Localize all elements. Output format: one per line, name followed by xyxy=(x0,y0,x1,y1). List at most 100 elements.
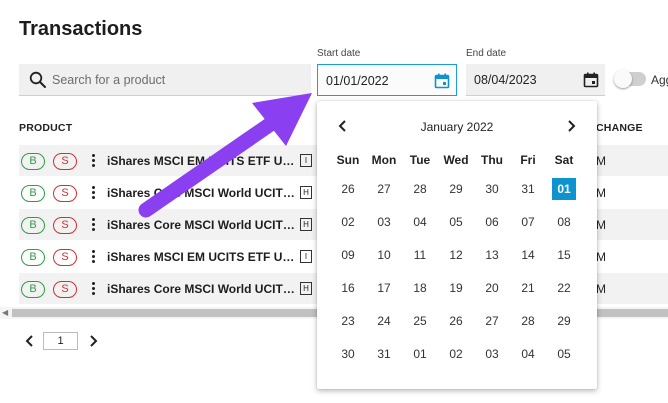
weekday-header: Sun xyxy=(336,153,360,167)
calendar-day[interactable]: 28 xyxy=(408,178,432,200)
more-options-icon[interactable] xyxy=(89,248,97,266)
calendar-day[interactable]: 30 xyxy=(480,178,504,200)
buy-button[interactable]: B xyxy=(21,249,45,266)
calendar-day[interactable]: 11 xyxy=(408,244,432,266)
calendar-day[interactable]: 09 xyxy=(336,244,360,266)
search-box[interactable] xyxy=(19,64,311,96)
product-type-badge: H xyxy=(300,282,312,295)
product-name[interactable]: iShares Core MSCI World UCITS ... xyxy=(107,282,297,296)
calendar-day[interactable]: 02 xyxy=(336,211,360,233)
calendar-day[interactable]: 31 xyxy=(372,343,396,365)
start-date-label: Start date xyxy=(317,48,361,59)
product-name[interactable]: iShares MSCI EM UCITS ETF USD... xyxy=(107,250,297,264)
start-date-field[interactable]: 01/01/2022 xyxy=(317,64,457,96)
calendar-day[interactable]: 07 xyxy=(516,211,540,233)
calendar-day[interactable]: 16 xyxy=(336,277,360,299)
buy-button[interactable]: B xyxy=(21,217,45,234)
calendar-day[interactable]: 24 xyxy=(372,310,396,332)
column-header-product[interactable]: PRODUCT xyxy=(19,122,72,134)
calendar-day[interactable]: 25 xyxy=(408,310,432,332)
weekday-header: Mon xyxy=(371,153,397,167)
aggregate-toggle-label: Agg xyxy=(651,73,668,87)
calendar-day[interactable]: 28 xyxy=(516,310,540,332)
more-options-icon[interactable] xyxy=(89,280,97,298)
calendar-day[interactable]: 22 xyxy=(552,277,576,299)
column-header-change[interactable]: CHANGE xyxy=(596,122,643,134)
search-input[interactable] xyxy=(52,64,302,95)
more-options-icon[interactable] xyxy=(89,152,97,170)
calendar-day[interactable]: 29 xyxy=(444,178,468,200)
calendar-day[interactable]: 01 xyxy=(408,343,432,365)
product-name[interactable]: iShares Core MSCI World UCITS ... xyxy=(107,186,297,200)
calendar-day[interactable]: 05 xyxy=(444,211,468,233)
calendar-day[interactable]: 29 xyxy=(552,310,576,332)
more-options-icon[interactable] xyxy=(89,216,97,234)
calendar-day[interactable]: 04 xyxy=(516,343,540,365)
calendar-day[interactable]: 08 xyxy=(552,211,576,233)
calendar-day[interactable]: 17 xyxy=(372,277,396,299)
calendar-day[interactable]: 23 xyxy=(336,310,360,332)
calendar-day[interactable]: 15 xyxy=(552,244,576,266)
sell-button[interactable]: S xyxy=(53,185,77,202)
calendar-day[interactable]: 30 xyxy=(336,343,360,365)
weekday-header: Tue xyxy=(409,153,431,167)
aggregate-toggle[interactable] xyxy=(614,70,646,88)
calendar-day[interactable]: 04 xyxy=(408,211,432,233)
buy-button[interactable]: B xyxy=(21,281,45,298)
end-date-field[interactable]: 08/04/2023 xyxy=(466,64,605,96)
calendar-day[interactable]: 26 xyxy=(336,178,360,200)
calendar-day[interactable]: 10 xyxy=(372,244,396,266)
weekday-header: Thu xyxy=(481,153,503,167)
calendar-month-title: January 2022 xyxy=(420,120,494,134)
calendar-day[interactable]: 31 xyxy=(516,178,540,200)
product-type-badge: H xyxy=(300,186,312,199)
next-month-icon[interactable] xyxy=(565,119,577,133)
end-date-label: End date xyxy=(466,48,507,59)
buy-button[interactable]: B xyxy=(21,153,45,170)
more-options-icon[interactable] xyxy=(89,184,97,202)
calendar-day[interactable]: 26 xyxy=(444,310,468,332)
calendar-day[interactable]: 03 xyxy=(480,343,504,365)
weekday-header: Sat xyxy=(554,153,574,167)
change-cell: M xyxy=(596,250,606,264)
calendar-day[interactable]: 19 xyxy=(444,277,468,299)
sell-button[interactable]: S xyxy=(53,281,77,298)
date-picker-popup: January 2022 Sun Mon Tue Wed Thu Fri Sat 26 27 28… xyxy=(317,101,597,389)
product-type-badge: I xyxy=(300,250,312,263)
calendar-day[interactable]: 12 xyxy=(444,244,468,266)
calendar-icon[interactable] xyxy=(434,73,450,89)
calendar-day[interactable]: 14 xyxy=(516,244,540,266)
product-name[interactable]: iShares MSCI EM UCITS ETF USD... xyxy=(107,154,297,168)
change-cell: M xyxy=(596,186,606,200)
calendar-day[interactable]: 20 xyxy=(480,277,504,299)
product-type-badge: H xyxy=(300,218,312,231)
calendar-day[interactable]: 06 xyxy=(480,211,504,233)
next-page-icon[interactable] xyxy=(86,333,100,349)
buy-button[interactable]: B xyxy=(21,185,45,202)
weekday-header: Wed xyxy=(443,153,469,167)
page-title: Transactions xyxy=(19,18,143,40)
product-name[interactable]: iShares Core MSCI World UCITS ... xyxy=(107,218,297,232)
calendar-day[interactable]: 18 xyxy=(408,277,432,299)
end-date-value: 08/04/2023 xyxy=(474,73,537,87)
page-number-input[interactable]: 1 xyxy=(43,332,78,350)
calendar-day[interactable]: 13 xyxy=(480,244,504,266)
weekday-header: Fri xyxy=(520,153,536,167)
previous-page-icon[interactable] xyxy=(23,333,37,349)
sell-button[interactable]: S xyxy=(53,249,77,266)
change-cell: M xyxy=(596,218,606,232)
calendar-day-selected[interactable]: 01 xyxy=(552,178,576,200)
product-type-badge: I xyxy=(300,154,312,167)
calendar-day[interactable]: 02 xyxy=(444,343,468,365)
start-date-value: 01/01/2022 xyxy=(326,74,389,88)
sell-button[interactable]: S xyxy=(53,217,77,234)
calendar-day[interactable]: 27 xyxy=(372,178,396,200)
calendar-icon[interactable] xyxy=(583,72,599,88)
calendar-day[interactable]: 27 xyxy=(480,310,504,332)
sell-button[interactable]: S xyxy=(53,153,77,170)
calendar-day[interactable]: 05 xyxy=(552,343,576,365)
search-icon xyxy=(29,71,46,88)
calendar-day[interactable]: 21 xyxy=(516,277,540,299)
calendar-day[interactable]: 03 xyxy=(372,211,396,233)
scroll-left-icon[interactable]: ◀ xyxy=(2,308,8,317)
